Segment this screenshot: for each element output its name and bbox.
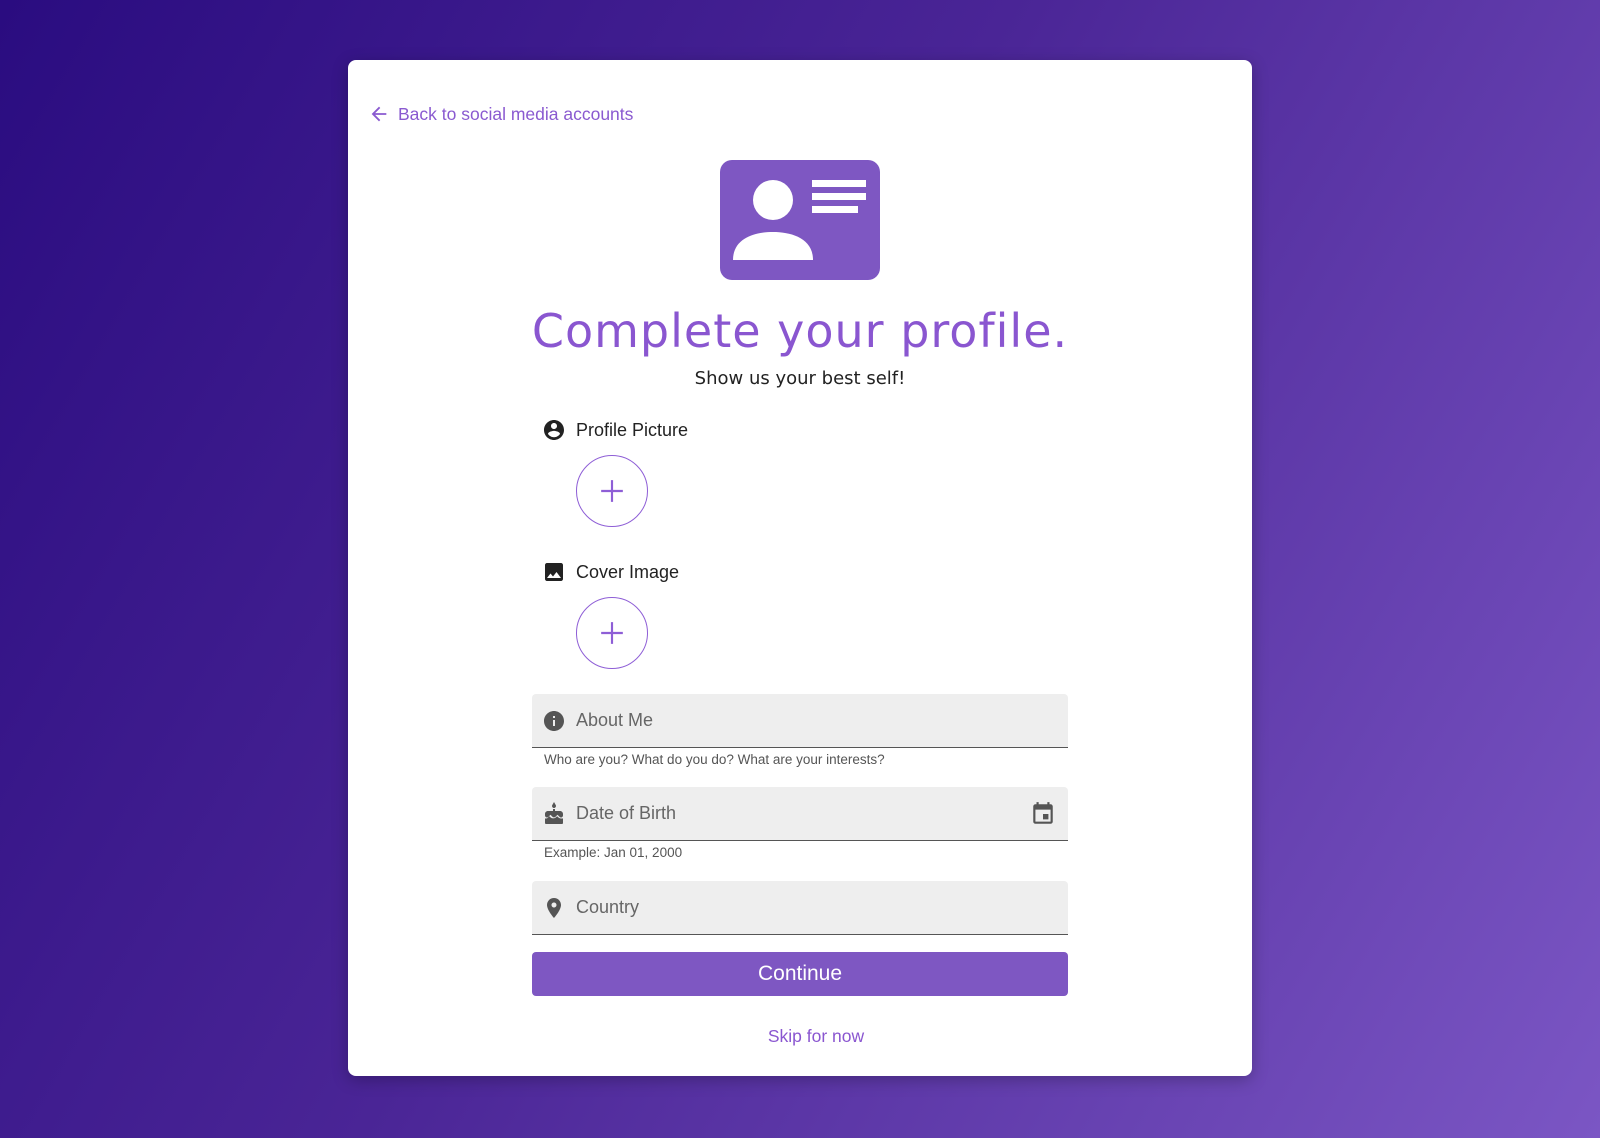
skip-for-now-label: Skip for now xyxy=(767,1026,865,1046)
country-field xyxy=(532,881,1068,935)
about-me-hint: Who are you? What do you do? What are yo… xyxy=(544,752,885,767)
skip-for-now-link[interactable]: Skip for now xyxy=(348,1026,1252,1047)
country-input[interactable] xyxy=(576,881,1068,934)
add-cover-image-button[interactable] xyxy=(576,597,648,669)
about-me-input[interactable] xyxy=(576,694,1068,747)
date-of-birth-hint: Example: Jan 01, 2000 xyxy=(544,845,683,860)
profile-picture-label-text: Profile Picture xyxy=(576,419,689,440)
info-icon xyxy=(544,710,564,731)
plus-icon xyxy=(601,480,623,502)
cover-image-label-text: Cover Image xyxy=(576,561,680,582)
about-me-field xyxy=(532,694,1068,748)
location-pin-icon xyxy=(547,897,561,918)
calendar-icon[interactable] xyxy=(1030,801,1056,827)
page-title: Complete your profile. xyxy=(531,304,1069,358)
back-link[interactable]: Back to social media accounts xyxy=(368,96,633,132)
cake-icon xyxy=(545,801,563,824)
plus-icon xyxy=(601,622,623,644)
date-of-birth-field xyxy=(532,787,1068,841)
date-of-birth-input[interactable] xyxy=(576,787,1030,840)
profile-card: Back to social media accounts Complete y… xyxy=(348,60,1252,1076)
image-icon xyxy=(545,563,563,581)
add-profile-picture-button[interactable] xyxy=(576,455,648,527)
account-circle-icon xyxy=(544,420,564,440)
profile-picture-label: Profile Picture xyxy=(542,418,688,442)
continue-button[interactable]: Continue xyxy=(532,952,1068,996)
cover-image-label: Cover Image xyxy=(542,560,679,584)
page-subtitle: Show us your best self! xyxy=(694,368,906,389)
arrow-left-icon xyxy=(371,106,387,122)
back-link-label: Back to social media accounts xyxy=(398,103,634,124)
contact-card-icon xyxy=(720,160,880,280)
